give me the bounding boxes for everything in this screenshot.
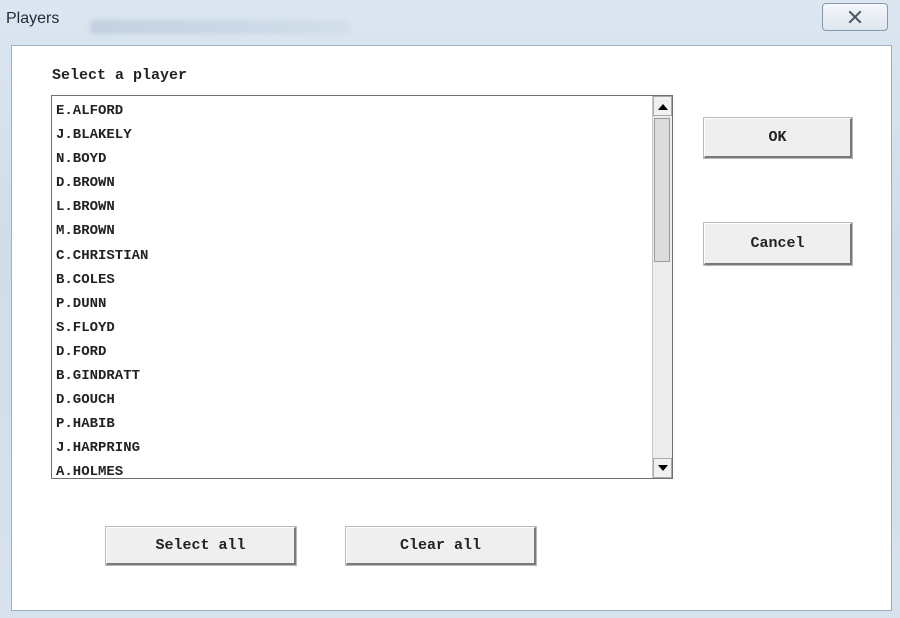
player-list-item[interactable]: P.HABIB <box>52 412 652 436</box>
player-list-item[interactable]: L.BROWN <box>52 195 652 219</box>
arrow-down-icon <box>657 464 668 471</box>
player-list-item[interactable]: C.CHRISTIAN <box>52 244 652 268</box>
ok-button[interactable]: OK <box>704 118 852 158</box>
scrollbar-thumb[interactable] <box>654 118 670 262</box>
player-list-item[interactable]: E.ALFORD <box>52 99 652 123</box>
title-bar[interactable]: Players <box>0 0 900 44</box>
player-list-item[interactable]: B.GINDRATT <box>52 364 652 388</box>
cancel-button[interactable]: Cancel <box>704 223 852 265</box>
player-list-item[interactable]: S.FLOYD <box>52 316 652 340</box>
scroll-up-button[interactable] <box>653 96 672 116</box>
close-button[interactable] <box>822 3 888 31</box>
player-listbox[interactable]: E.ALFORD J.BLAKELY N.BOYD D.BROWN L.BROWN M.B… <box>51 95 673 479</box>
player-list-item[interactable]: D.BROWN <box>52 171 652 195</box>
title-bar-background-text <box>90 20 350 34</box>
player-list-item[interactable]: J.BLAKELY <box>52 123 652 147</box>
scroll-down-button[interactable] <box>653 458 672 478</box>
window-title: Players <box>6 10 60 27</box>
player-list-item[interactable]: A.HOLMES <box>52 460 652 478</box>
player-list-item[interactable]: B.COLES <box>52 268 652 292</box>
player-list-items: E.ALFORD J.BLAKELY N.BOYD D.BROWN L.BROWN M.B… <box>52 96 652 478</box>
select-all-button[interactable]: Select all <box>106 527 296 565</box>
player-list-item[interactable]: J.HARPRING <box>52 436 652 460</box>
player-list-item[interactable]: M.BROWN <box>52 219 652 243</box>
select-player-label: Select a player <box>52 67 188 84</box>
arrow-up-icon <box>657 103 668 110</box>
clear-all-button[interactable]: Clear all <box>346 527 536 565</box>
player-list-item[interactable]: D.GOUCH <box>52 388 652 412</box>
dialog-client-area: Select a player E.ALFORD J.BLAKELY N.BOYD D… <box>11 45 892 611</box>
listbox-scrollbar[interactable] <box>652 96 672 478</box>
players-dialog-window: Players Select a player E.ALFORD J.BLAKEL… <box>0 0 900 618</box>
player-list-item[interactable]: N.BOYD <box>52 147 652 171</box>
close-icon <box>848 10 862 24</box>
player-list-item[interactable]: D.FORD <box>52 340 652 364</box>
player-list-item[interactable]: P.DUNN <box>52 292 652 316</box>
